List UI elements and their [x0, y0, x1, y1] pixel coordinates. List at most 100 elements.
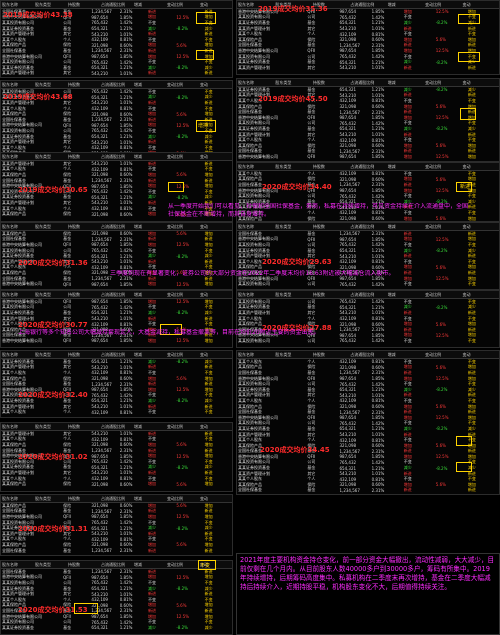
table-cell: 765,432: [339, 193, 357, 199]
table-cell: 543,210: [339, 432, 357, 438]
table-cell: 654,321: [91, 525, 108, 531]
table-cell: 765,432: [339, 338, 357, 344]
table-cell: 基金: [307, 148, 316, 154]
table-cell: 1.85%: [119, 453, 133, 459]
table-cell: 香港中央结算有限公司: [238, 153, 278, 159]
table-cell: 1,234,567: [339, 109, 360, 115]
table-cell: 2.31%: [371, 109, 385, 115]
column-header: 占流通股比例: [350, 79, 375, 85]
table-cell: 432,109: [91, 37, 108, 43]
column-header: 股东名称: [2, 423, 18, 429]
column-header: 变动: [200, 81, 208, 87]
table-cell: 321,098: [339, 404, 357, 410]
table-cell: 1.01%: [119, 100, 133, 106]
table-cell: 432,109: [339, 359, 357, 365]
table-cell: 1,234,567: [91, 117, 112, 123]
table-cell: 1.85%: [119, 122, 133, 128]
column-header: 持股数: [68, 153, 80, 159]
table-cell: 765,432: [91, 89, 108, 95]
column-header: 变动: [200, 223, 208, 229]
table-cell: 2.31%: [119, 608, 133, 614]
column-header: 股东类型: [35, 351, 51, 357]
table-cell: 某某保险产品: [2, 481, 26, 487]
table-cell: 基金: [63, 547, 72, 553]
table-cell: 432,109: [91, 597, 108, 603]
table-cell: 1,234,567: [91, 236, 112, 242]
table-cell: 432,109: [339, 476, 357, 482]
table-cell: 新进: [148, 547, 157, 553]
table-cell: -8.2%: [176, 398, 188, 404]
column-header: 增减: [387, 79, 396, 85]
table-cell: 1.42%: [371, 281, 385, 287]
table-cell: 2.31%: [371, 231, 385, 237]
table-cell: 5.6%: [176, 503, 187, 509]
table-row: 某某证券投资基金 基金 654,321 1.21% 减少 -8.2% 减少: [1, 625, 232, 631]
column-header: 变动比例: [167, 351, 183, 357]
column-header: 变动: [462, 1, 471, 7]
column-header: 增减: [134, 423, 142, 429]
status-tag: 增持: [198, 123, 209, 129]
table-cell: 987,654: [91, 281, 108, 287]
table-cell: QFII: [63, 281, 71, 287]
column-header: 持股数: [312, 79, 325, 85]
table-cell: 1.42%: [371, 381, 385, 387]
table-cell: 基金: [307, 369, 316, 375]
table-cell: 1,234,567: [91, 178, 112, 184]
table-cell: 432,109: [91, 476, 108, 482]
table-cell: 654,321: [339, 87, 357, 93]
table-cell: 321,098: [91, 172, 108, 178]
table-cell: 新进: [467, 64, 476, 70]
table-cell: 987,654: [91, 54, 108, 60]
table-cell: 0.81%: [371, 137, 385, 143]
table-cell: 2.31%: [119, 448, 133, 454]
column-header: 持股数: [312, 223, 325, 229]
table-cell: 765,432: [91, 59, 108, 65]
table-cell: 0.81%: [371, 437, 385, 443]
table-cell: 432,109: [91, 536, 108, 542]
table-cell: 654,321: [339, 126, 357, 132]
table-cell: 基金: [63, 381, 72, 387]
table-cell: 1.85%: [119, 281, 133, 287]
column-header: 股东名称: [2, 561, 18, 567]
table-cell: 765,432: [339, 299, 357, 305]
table-cell: 765,432: [91, 392, 108, 398]
table-cell: 1.85%: [119, 14, 133, 20]
column-header: 持股数: [68, 561, 80, 567]
table-cell: 1.01%: [119, 404, 133, 410]
table-cell: -8.2%: [176, 359, 188, 365]
column-header: 股东类型: [35, 561, 51, 567]
table-cell: 654,321: [339, 465, 357, 471]
table-cell: 香港中央结算有限公司: [2, 281, 42, 287]
table-cell: 543,210: [91, 139, 108, 145]
table-cell: 1.85%: [371, 9, 385, 15]
column-header: 增减: [134, 561, 142, 567]
table-cell: 1.42%: [119, 304, 133, 310]
table-cell: 个人: [63, 409, 72, 415]
table-cell: 987,654: [91, 387, 108, 393]
table-cell: 2.31%: [371, 448, 385, 454]
table-cell: 765,432: [91, 520, 108, 526]
table-cell: 0.60%: [371, 37, 385, 43]
table-cell: 0.60%: [371, 104, 385, 110]
table-cell: 321,098: [339, 176, 357, 182]
table-cell: 其它: [307, 64, 316, 70]
table-cell: 1.42%: [119, 459, 133, 465]
table-cell: 654,321: [91, 253, 108, 259]
table-cell: 654,321: [339, 387, 357, 393]
table-cell: 1.85%: [119, 338, 133, 344]
table-cell: 某某资产管理计划: [2, 70, 34, 76]
table-cell: 987,654: [91, 122, 108, 128]
table-cell: 基金: [63, 116, 72, 122]
table-cell: 0.60%: [371, 143, 385, 149]
table-cell: 321,098: [339, 364, 357, 370]
holder-table-panel: 股东名称 股东类型 持股数 占流通股比例 增减 变动比例 变动 某某投资有限公司 公司 765,4…: [236, 290, 500, 348]
table-cell: -8.2%: [176, 26, 188, 32]
table-cell: 2.31%: [119, 48, 133, 54]
table-cell: 0.81%: [371, 171, 385, 177]
table-cell: 0.81%: [119, 166, 133, 172]
column-header: 增减: [134, 291, 142, 297]
table-cell: 0.60%: [119, 503, 133, 509]
table-cell: 321,098: [91, 481, 108, 487]
table-cell: 1.42%: [119, 189, 133, 195]
table-cell: 2.31%: [119, 178, 133, 184]
